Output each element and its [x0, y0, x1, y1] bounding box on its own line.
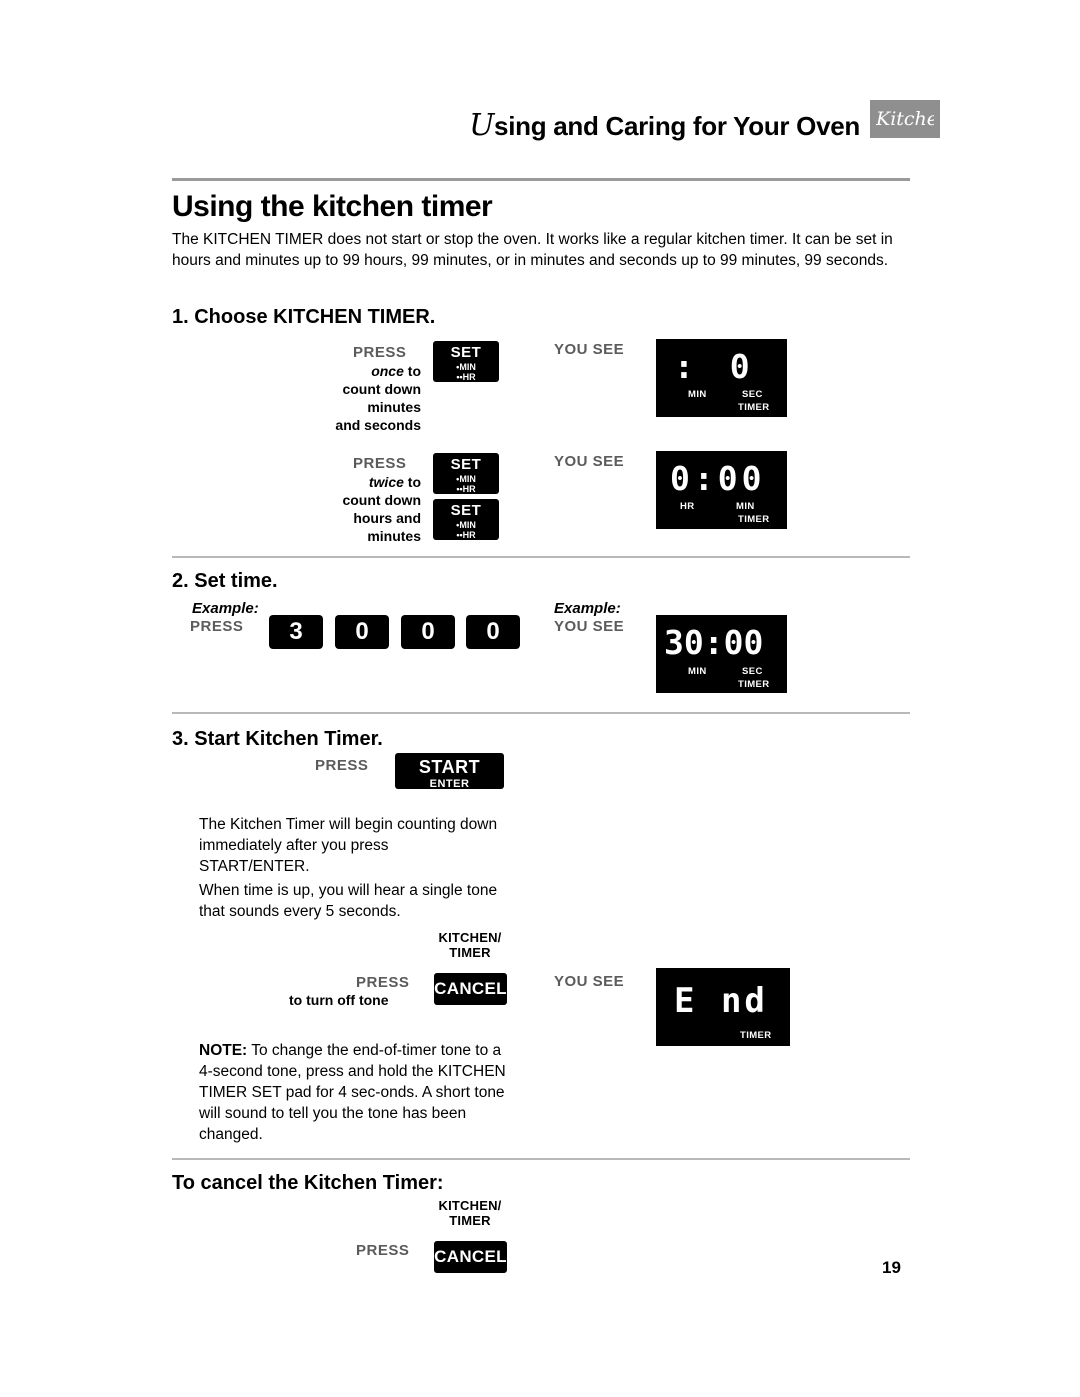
cancel-button-kitchen-timer[interactable]: CANCEL — [434, 1241, 507, 1273]
cancel-section-heading: To cancel the Kitchen Timer: — [172, 1172, 444, 1194]
set-pad-button-twice-first[interactable]: SET •MIN ••HR — [433, 453, 499, 494]
cancel-section-pad-label-line2: TIMER — [449, 1213, 491, 1228]
set-pad-label-2a: SET — [450, 456, 482, 473]
keypad-digit-4[interactable]: 0 — [466, 615, 520, 649]
page-number: 19 — [882, 1258, 901, 1277]
start-button-sub-label: ENTER — [429, 778, 470, 790]
step1-row2-instruction-rest: to — [403, 474, 421, 490]
step3-end-display-timer: TIMER — [740, 1030, 772, 1041]
set-pad-button-once[interactable]: SET •MIN ••HR — [433, 341, 499, 382]
step1-divider — [172, 556, 910, 558]
step1-row2-instruction-line2: count down — [342, 492, 421, 508]
keypad-digit-3[interactable]: 0 — [401, 615, 455, 649]
step1-row1-yousee-label: YOU SEE — [554, 341, 625, 358]
step1-row2-display-timer: TIMER — [738, 514, 770, 525]
step2-display-timer: TIMER — [738, 679, 770, 690]
step3-cancel-press-label: PRESS — [356, 974, 410, 991]
cancel-section-pad-label-line1: KITCHEN/ — [438, 1198, 502, 1213]
header-title-text: sing and Caring for Your Oven — [494, 111, 860, 141]
step1-row1-display-digits: : 0 — [674, 347, 758, 386]
step3-heading: 3. Start Kitchen Timer. — [172, 728, 383, 750]
set-pad-min-label-2b: •MIN — [456, 520, 476, 530]
step1-row2-display-min: MIN — [736, 501, 755, 512]
section-intro: The KITCHEN TIMER does not start or stop… — [172, 231, 893, 269]
step1-row2-instruction-emphasis: twice — [368, 474, 404, 490]
header-divider — [172, 178, 910, 181]
step1-row1-display-timer: TIMER — [738, 402, 770, 413]
set-pad-label-2b: SET — [450, 502, 482, 519]
step2-heading: 2. Set time. — [172, 570, 278, 592]
step1-row1-instruction-line2: count down — [342, 381, 421, 397]
step1-row1-display-sec: SEC — [742, 389, 763, 400]
start-button-label: START — [418, 757, 481, 777]
set-pad-label: SET — [450, 344, 482, 361]
step2-display: 30:00 MIN SEC TIMER — [656, 615, 787, 693]
step2-display-sec: SEC — [742, 666, 763, 677]
keypad-digit-1[interactable]: 3 — [269, 615, 323, 649]
step1-heading: 1. Choose KITCHEN TIMER. — [172, 306, 436, 328]
step1-row1-instruction-line3: minutes — [367, 399, 421, 415]
manual-page: Using and Caring for Your Oven KitchenAi… — [0, 0, 1080, 1397]
set-pad-button-twice-second[interactable]: SET •MIN ••HR — [433, 499, 499, 540]
kitchen-timer-pad-label: KITCHEN/ TIMER — [400, 930, 540, 960]
step2-display-digits: 30:00 — [664, 623, 764, 662]
step3-press-label: PRESS — [315, 757, 369, 774]
step3-end-display: E nd TIMER — [656, 968, 790, 1046]
step1-row1-instruction-line4: and seconds — [335, 417, 421, 433]
page-header: Using and Caring for Your Oven KitchenAi… — [170, 100, 940, 160]
brand-logo: KitchenAid — [870, 100, 940, 138]
start-enter-button[interactable]: START ENTER — [395, 753, 504, 790]
step1-row2-yousee-label: YOU SEE — [554, 453, 625, 470]
step1-row2-instruction: twice to count down hours and minutes — [300, 473, 421, 545]
step1-row1-instruction: once to count down minutes and seconds — [303, 362, 421, 434]
step1-row2-instruction-line3: hours and — [353, 510, 421, 526]
keypad-digit-2[interactable]: 0 — [335, 615, 389, 649]
kitchen-timer-pad-label-line2: TIMER — [449, 945, 491, 960]
step3-divider — [172, 1158, 910, 1160]
step3-note-bold: NOTE: — [199, 1042, 248, 1059]
step3-note: NOTE: To change the end-of-timer tone to… — [199, 1040, 517, 1145]
step3-paragraph-2: When time is up, you will hear a single … — [199, 882, 498, 920]
step1-row1-display: : 0 MIN SEC TIMER — [656, 339, 787, 417]
set-pad-hr-label-2b: ••HR — [456, 530, 476, 540]
step1-row2-display: 0:00 HR MIN TIMER — [656, 451, 787, 529]
step1-row1-instruction-rest: to — [403, 363, 421, 379]
step3-end-display-digits: E nd — [674, 981, 768, 1021]
step1-row1-display-min: MIN — [688, 389, 707, 400]
step2-divider — [172, 712, 910, 714]
step1-row1-press-label: PRESS — [353, 344, 407, 361]
cancel-button-turn-off-tone[interactable]: CANCEL — [434, 973, 507, 1005]
step3-cancel-yousee-label: YOU SEE — [554, 973, 625, 990]
step2-example-label-right: Example: — [554, 600, 621, 617]
set-pad-min-label-2a: •MIN — [456, 474, 476, 484]
kitchen-timer-pad-label-line1: KITCHEN/ — [438, 930, 502, 945]
step1-row2-display-hr: HR — [680, 501, 695, 512]
set-pad-hr-label-2a: ••HR — [456, 484, 476, 494]
set-pad-min-label: •MIN — [456, 362, 476, 372]
page-title: Using the kitchen timer — [172, 190, 493, 223]
header-title-initial: U — [469, 108, 495, 143]
step2-example-label-left: Example: — [192, 600, 259, 617]
brand-signature: KitchenAid — [876, 108, 934, 130]
step3-paragraph-1: The Kitchen Timer will begin counting do… — [199, 816, 498, 875]
step1-row2-press-label: PRESS — [353, 455, 407, 472]
step2-display-min: MIN — [688, 666, 707, 677]
set-pad-hr-label: ••HR — [456, 372, 476, 382]
step2-press-label: PRESS — [190, 618, 244, 635]
step1-row2-instruction-line4: minutes — [367, 528, 421, 544]
header-title: Using and Caring for Your Oven — [469, 108, 860, 143]
cancel-section-pad-label: KITCHEN/ TIMER — [400, 1198, 540, 1228]
cancel-section-press-label: PRESS — [356, 1242, 410, 1259]
step3-cancel-instruction: to turn off tone — [289, 992, 389, 1008]
step1-row1-instruction-emphasis: once — [371, 363, 404, 379]
step2-yousee-label: YOU SEE — [554, 618, 625, 635]
step1-row2-display-digits: 0:00 — [670, 459, 766, 498]
